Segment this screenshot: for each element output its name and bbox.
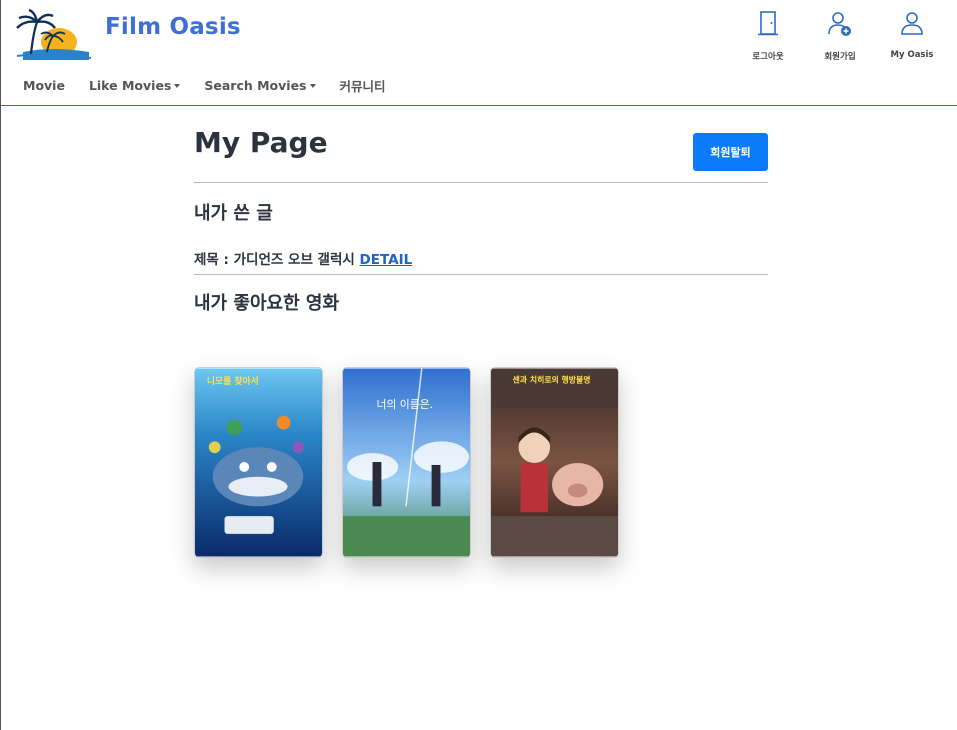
brand-name[interactable]: Film Oasis xyxy=(105,14,241,40)
withdraw-button[interactable]: 회원탈퇴 xyxy=(693,133,768,171)
nav-item-label: Movie xyxy=(23,78,65,93)
site-header: Film Oasis Movie Like Movies Search Movi… xyxy=(1,0,957,106)
caret-down-icon xyxy=(174,83,181,88)
nav-item-search-movies[interactable]: Search Movies xyxy=(204,76,316,95)
poster-caption: 니모를 찾아서 xyxy=(207,375,259,387)
my-page-main: My Page 회원탈퇴 내가 쓴 글 제목 : 가디언즈 오브 갤럭시 DET… xyxy=(194,126,768,315)
post-detail-link[interactable]: DETAIL xyxy=(360,252,413,268)
post-title: 제목 : 가디언즈 오브 갤럭시 xyxy=(194,252,355,268)
my-oasis-label: My Oasis xyxy=(890,50,934,60)
my-posts-section: 내가 쓴 글 제목 : 가디언즈 오브 갤럭시 DETAIL xyxy=(194,183,768,275)
header-actions: 로그아웃 회원가입 My Oasis xyxy=(742,10,938,62)
movie-poster-your-name[interactable]: 너의 이름은. xyxy=(342,367,471,558)
liked-movies-title: 내가 좋아요한 영화 xyxy=(194,293,340,314)
my-posts-title: 내가 쓴 글 xyxy=(194,203,273,224)
logout-button[interactable]: 로그아웃 xyxy=(742,10,794,62)
poster-caption: 센과 치히로의 행방불명 xyxy=(513,374,591,384)
main-nav: Movie Like Movies Search Movies 커뮤니티 xyxy=(23,76,410,95)
movie-poster-spirited-away[interactable]: 센과 치히로의 행방불명 xyxy=(490,367,619,558)
nav-item-movie[interactable]: Movie xyxy=(23,76,65,95)
liked-movies-section: 내가 좋아요한 영화 xyxy=(194,275,768,315)
nav-item-community[interactable]: 커뮤니티 xyxy=(340,76,386,95)
nav-item-label: 커뮤니티 xyxy=(339,79,386,94)
caret-down-icon xyxy=(309,83,316,88)
page-title: My Page xyxy=(194,126,328,159)
movie-poster-finding-nemo[interactable]: 니모를 찾아서 xyxy=(194,367,323,558)
user-icon xyxy=(901,12,923,35)
my-oasis-button[interactable]: My Oasis xyxy=(886,10,938,62)
user-add-icon xyxy=(828,12,851,36)
signup-button[interactable]: 회원가입 xyxy=(814,10,866,62)
nav-item-like-movies[interactable]: Like Movies xyxy=(88,76,181,95)
door-icon xyxy=(758,11,778,36)
nav-item-label: Search Movies xyxy=(204,78,307,93)
title-row: My Page 회원탈퇴 xyxy=(194,126,768,183)
liked-movies-list: 니모를 찾아서 너의 이름은. 센과 치히로의 행방불명 xyxy=(194,367,619,558)
poster-image: 센과 치히로의 행방불명 xyxy=(491,368,618,557)
poster-caption: 너의 이름은. xyxy=(376,398,433,411)
nav-item-label: Like Movies xyxy=(88,78,172,93)
poster-image: 니모를 찾아서 xyxy=(195,368,322,557)
poster-image: 너의 이름은. xyxy=(343,368,470,557)
palm-island-sunset-icon[interactable] xyxy=(9,8,93,64)
logout-label: 로그아웃 xyxy=(752,52,784,62)
signup-label: 회원가입 xyxy=(824,52,856,62)
post-item: 제목 : 가디언즈 오브 갤럭시 DETAIL xyxy=(194,248,768,268)
